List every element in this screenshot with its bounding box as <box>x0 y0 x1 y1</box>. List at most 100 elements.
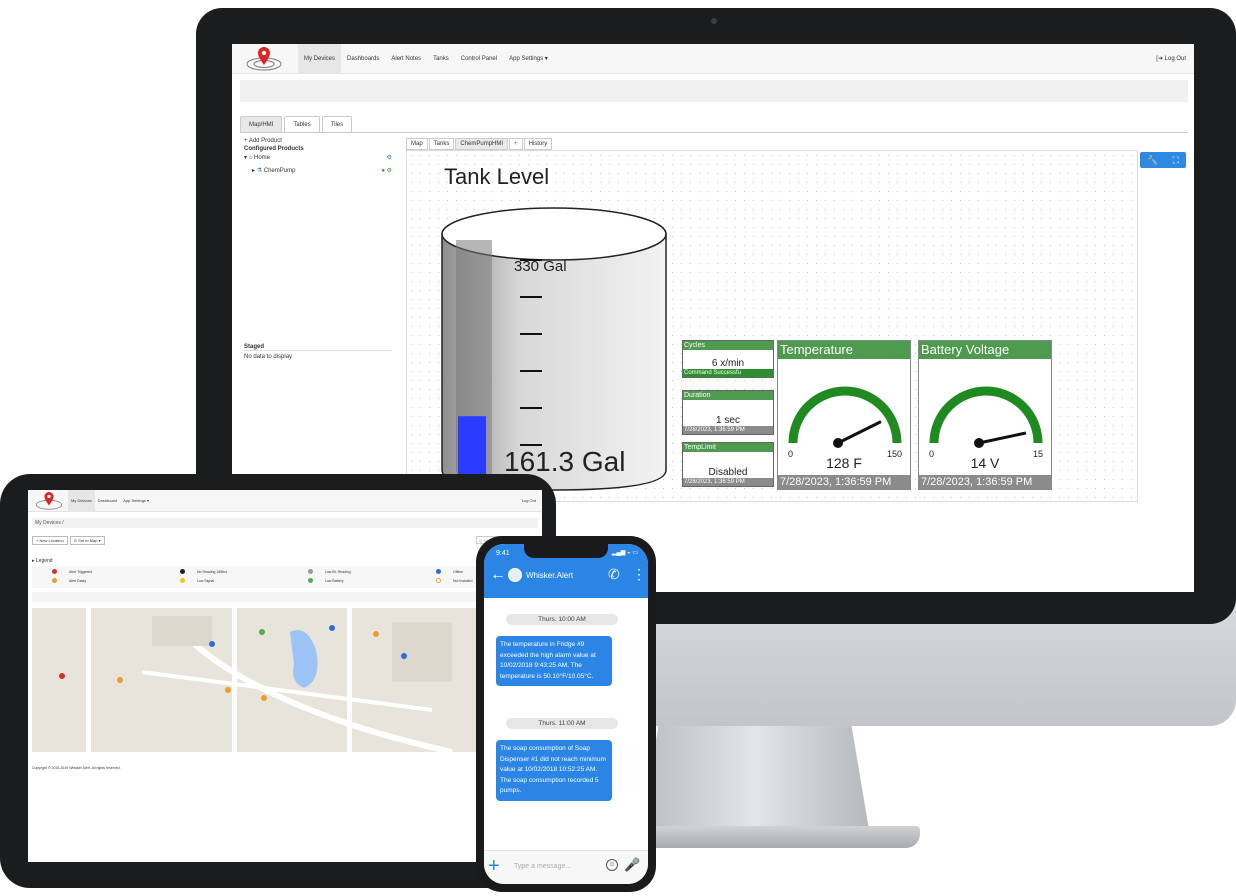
gauge-value: 14 V <box>970 455 1000 471</box>
fullscreen-icon[interactable]: ⛶ <box>1173 155 1179 166</box>
legend-dot <box>436 569 441 574</box>
tree-item-home[interactable]: ▾ ⌂ Home ⚙ <box>244 152 394 165</box>
legend-item: Offline <box>436 569 463 574</box>
gauge-arc <box>788 386 902 444</box>
gauge-value: 128 F <box>826 455 862 471</box>
add-attachment-icon[interactable]: + <box>488 855 500 878</box>
tab-tables[interactable]: Tables <box>284 116 320 132</box>
panel-title: TempLimit <box>683 443 773 452</box>
panel-footer: Command Successfu <box>683 369 773 377</box>
gauge-needle <box>837 420 882 445</box>
tree-item-chempump[interactable]: ▸ ⚗ ChemPump ● ⚙ <box>244 165 394 178</box>
nav-control-panel[interactable]: Control Panel <box>455 44 503 74</box>
emoji-icon[interactable]: ☺ <box>606 859 618 871</box>
nav-dashboards[interactable]: Dashboards <box>341 44 385 74</box>
message-timestamp: Thurs. 11:00 AM <box>506 718 618 729</box>
camera-dot <box>711 18 717 24</box>
nav-alert-notes[interactable]: Alert Notes <box>385 44 427 74</box>
wrench-icon[interactable]: 🔧 <box>1147 155 1158 166</box>
avatar <box>508 568 522 582</box>
top-nav: My Devices Dashboards Alert Notes Tanks … <box>232 44 1194 74</box>
tablet-breadcrumb: My Devices / <box>32 518 538 528</box>
gauge-timestamp: 7/28/2023, 1:36:59 PM <box>778 475 910 489</box>
duration-panel: Duration 1 sec 7/28/2023, 1:36:59 PM <box>682 390 774 435</box>
legend-item: Alert Triggered <box>52 569 92 574</box>
legend-item: No Reading 168hrs <box>180 569 227 574</box>
tablet-logout-link[interactable]: Log Out <box>522 490 536 512</box>
hmi-tab-chempumphmi[interactable]: ChemPumpHMI <box>455 138 509 150</box>
gauge-hub <box>833 438 843 448</box>
legend-item: Alert Delay <box>52 578 86 583</box>
message-bubble[interactable]: The soap consumption of Soap Dispenser #… <box>496 740 612 801</box>
legend-dot <box>436 578 441 583</box>
legend-toggle[interactable]: ▸ Legend <box>32 558 53 564</box>
contact-name: Whisker.Alert <box>526 571 574 580</box>
nav-app-settings[interactable]: App Settings ▾ <box>503 44 554 74</box>
tablet-footer: Copyright © 2015-2019 Whisker Alert. All… <box>32 766 121 770</box>
panel-value: 6 x/min <box>711 358 745 369</box>
legend-item: Not Installed <box>436 578 472 583</box>
message-timestamp: Thurs. 10:00 AM <box>506 614 618 625</box>
set-to-map-button[interactable]: ⊙ Set to Map ▾ <box>69 536 105 545</box>
panel-value: 1 sec <box>716 415 740 426</box>
tree-item-label: ChemPump <box>263 168 296 174</box>
hmi-tab-map[interactable]: Map <box>406 138 428 150</box>
gauge-needle <box>978 431 1027 445</box>
back-arrow-icon[interactable]: ← <box>490 566 506 584</box>
map-view[interactable] <box>32 592 538 752</box>
tree-item-label: Home <box>253 155 270 161</box>
tablet-nav-app-settings[interactable]: App Settings ▾ <box>120 490 152 512</box>
phone-notch <box>524 544 608 558</box>
gauge-title: Battery Voltage <box>919 341 1051 359</box>
panel-footer: 7/28/2023, 1:36:59 PM <box>683 478 773 486</box>
tab-tiles[interactable]: Tiles <box>321 116 353 132</box>
new-location-button[interactable]: + New Location <box>32 536 68 545</box>
panel-title: Duration <box>683 391 773 400</box>
tablet-nav-my-devices[interactable]: My Devices <box>68 490 95 512</box>
edit-tools-button[interactable]: 🔧 ⛶ <box>1140 152 1186 168</box>
legend-item: Low Signal <box>180 578 214 583</box>
staged-empty-text: No data to display <box>244 354 293 360</box>
hmi-tab-history[interactable]: History <box>523 138 553 150</box>
settings-icon[interactable]: ⚙ <box>387 152 392 165</box>
signal-battery-icon: ▂▄▆ ◒ ▭ <box>611 550 638 556</box>
gauge-hub <box>974 438 984 448</box>
more-options-icon[interactable]: ⋮ <box>632 566 646 583</box>
logout-link[interactable]: [➜ Log Out <box>1156 44 1186 74</box>
add-product-button[interactable]: + Add Product <box>244 138 394 144</box>
panel-value: Disabled <box>708 467 748 478</box>
hmi-tab-tanks[interactable]: Tanks <box>428 138 455 150</box>
nav-my-devices[interactable]: My Devices <box>298 44 342 74</box>
add-tab-icon[interactable]: + <box>509 138 523 150</box>
battery-voltage-gauge: Battery Voltage 0 15 14 V 7/28/2023, 1:3… <box>918 340 1052 490</box>
caret-right-icon[interactable]: ▸ <box>252 168 255 174</box>
message-bubble[interactable]: The temperature in Fridge #9 exceeded th… <box>496 636 612 686</box>
tablet-screen: My Devices Dashboard App Settings ▾ Log … <box>28 490 542 862</box>
hmi-tabs: Map Tanks ChemPumpHMI + History <box>406 138 553 150</box>
logo-icon[interactable] <box>244 47 284 71</box>
legend-item: Low Battery <box>308 578 343 583</box>
temperature-gauge: Temperature 0 150 128 F 7/28/2023, 1:36:… <box>777 340 911 490</box>
nav-tanks[interactable]: Tanks <box>427 44 455 74</box>
phone-screen: 9:41 ▂▄▆ ◒ ▭ ← Whisker.Alert ✆ ⋮ Thurs. … <box>484 544 648 884</box>
caret-down-icon[interactable]: ▾ <box>244 155 247 161</box>
legend-dot <box>52 569 57 574</box>
tab-map-hmi[interactable]: Map/HMI <box>240 116 283 132</box>
legend-dot <box>308 569 313 574</box>
tablet-nav: My Devices Dashboard App Settings ▾ Log … <box>28 490 542 512</box>
legend-dot <box>52 578 57 583</box>
status-ok-icon: ● ⚙ <box>381 168 392 174</box>
product-showcase: My Devices Dashboards Alert Notes Tanks … <box>0 0 1236 896</box>
templimit-panel: TempLimit Disabled 7/28/2023, 1:36:59 PM <box>682 442 774 487</box>
legend-dot <box>180 578 185 583</box>
phone-call-icon[interactable]: ✆ <box>608 566 620 583</box>
logo-icon[interactable] <box>34 492 64 510</box>
microphone-icon[interactable]: 🎤 <box>624 857 640 873</box>
legend-dot <box>180 569 185 574</box>
main-tabs: Map/HMI Tables Tiles <box>240 116 354 132</box>
tablet-nav-dashboard[interactable]: Dashboard <box>95 490 121 512</box>
device-tree-panel: + Add Product Configured Products ▾ ⌂ Ho… <box>244 138 394 488</box>
message-input[interactable]: Type a message... <box>514 863 571 870</box>
legend-dot <box>308 578 313 583</box>
status-time: 9:41 <box>496 550 510 557</box>
